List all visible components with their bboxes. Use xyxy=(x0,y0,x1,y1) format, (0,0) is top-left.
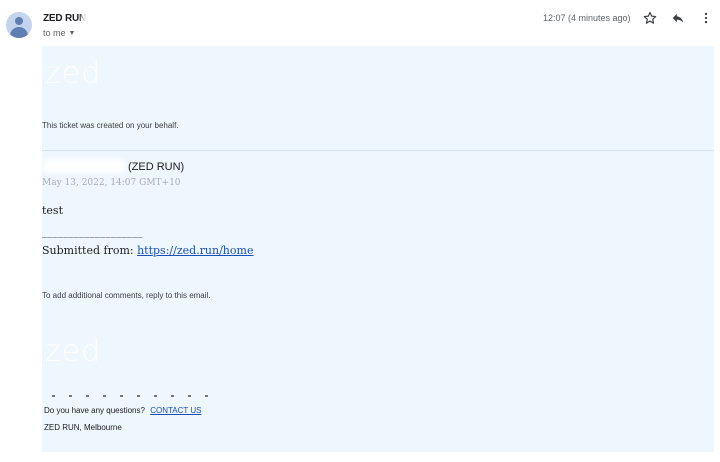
questions-label: Do you have any questions? xyxy=(44,406,145,415)
more-vert-icon xyxy=(704,12,708,24)
request-date: May 13, 2022, 14:07 GMT+10 xyxy=(42,178,181,188)
submitted-from: Submitted from: https://zed.run/home xyxy=(42,244,253,257)
zed-logo: zed xyxy=(45,56,102,91)
more-options-button[interactable] xyxy=(697,9,715,27)
submitted-from-label: Submitted from: xyxy=(42,244,134,257)
reply-button[interactable] xyxy=(669,9,687,27)
message-separator: ___________________ xyxy=(42,227,143,238)
star-button[interactable] xyxy=(641,9,659,27)
reply-instructions: To add additional comments, reply to thi… xyxy=(42,291,211,300)
zed-footer-logo: zed xyxy=(45,334,102,369)
avatar-head xyxy=(15,17,23,25)
email-timestamp: 12:07 (4 minutes ago) xyxy=(543,13,631,23)
redacted-sender-email xyxy=(82,12,130,24)
footer-dots xyxy=(52,395,208,397)
chevron-down-icon: ▼ xyxy=(68,29,76,37)
submitted-from-link[interactable]: https://zed.run/home xyxy=(137,244,253,257)
contact-us-link[interactable]: CONTACT US xyxy=(150,406,201,415)
sender-avatar[interactable] xyxy=(6,12,32,38)
avatar-body xyxy=(10,27,28,38)
sender-name[interactable]: ZED RUN xyxy=(43,13,86,24)
company-location: ZED RUN, Melbourne xyxy=(44,423,122,432)
requester-org: (ZED RUN) xyxy=(128,161,185,173)
star-icon xyxy=(643,11,657,24)
recipient-details-toggle[interactable]: to me ▼ xyxy=(43,28,75,38)
footer-questions: Do you have any questions? CONTACT US xyxy=(44,406,201,415)
ticket-created-note: This ticket was created on your behalf. xyxy=(42,121,179,130)
email-body: zed This ticket was created on your beha… xyxy=(42,46,714,452)
reply-icon xyxy=(672,13,684,23)
redacted-requester-name xyxy=(42,159,126,173)
message-text: test xyxy=(42,204,63,217)
to-me-label: to me xyxy=(43,28,66,38)
section-divider xyxy=(42,150,714,151)
